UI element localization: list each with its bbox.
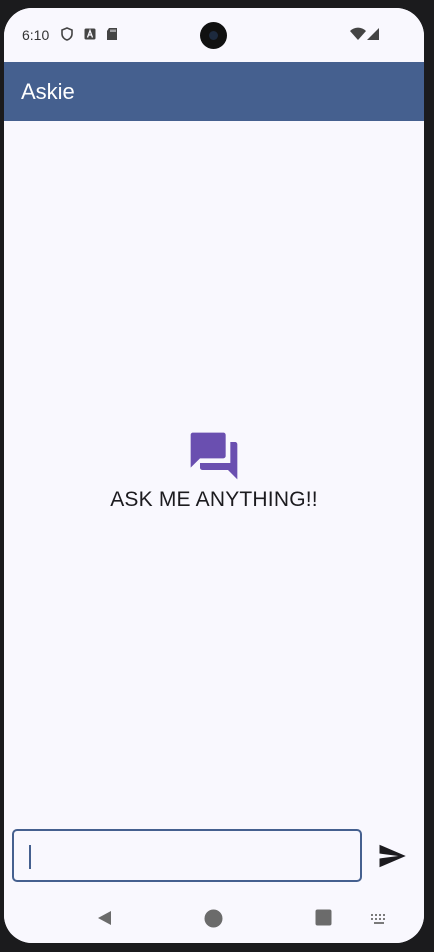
- wifi-icon: [350, 27, 366, 40]
- empty-state: ASK ME ANYTHING!!: [4, 428, 424, 512]
- message-input[interactable]: [12, 829, 362, 882]
- send-button[interactable]: [377, 841, 407, 871]
- composer: [4, 826, 424, 896]
- send-icon: [379, 844, 406, 868]
- status-time: 6:10: [22, 27, 50, 43]
- forum-icon: [190, 432, 238, 480]
- app-title: Askie: [21, 79, 75, 104]
- home-icon[interactable]: [204, 909, 223, 928]
- shield-icon: [61, 27, 73, 41]
- status-bar: 6:10: [4, 8, 424, 62]
- sd-card-icon: [107, 28, 117, 40]
- signal-icon: [367, 28, 379, 40]
- text-cursor: [29, 845, 31, 869]
- keyboard-icon[interactable]: [370, 913, 388, 925]
- front-camera: [200, 22, 227, 49]
- recents-icon[interactable]: [315, 909, 332, 926]
- back-icon[interactable]: [95, 909, 113, 927]
- a-badge-icon: [84, 28, 96, 40]
- app-bar: Askie: [4, 62, 424, 121]
- system-nav-bar: [4, 895, 424, 943]
- phone-screen: 6:10 Askie ASK ME ANYTHING!!: [4, 8, 424, 943]
- empty-state-text: ASK ME ANYTHING!!: [110, 488, 318, 511]
